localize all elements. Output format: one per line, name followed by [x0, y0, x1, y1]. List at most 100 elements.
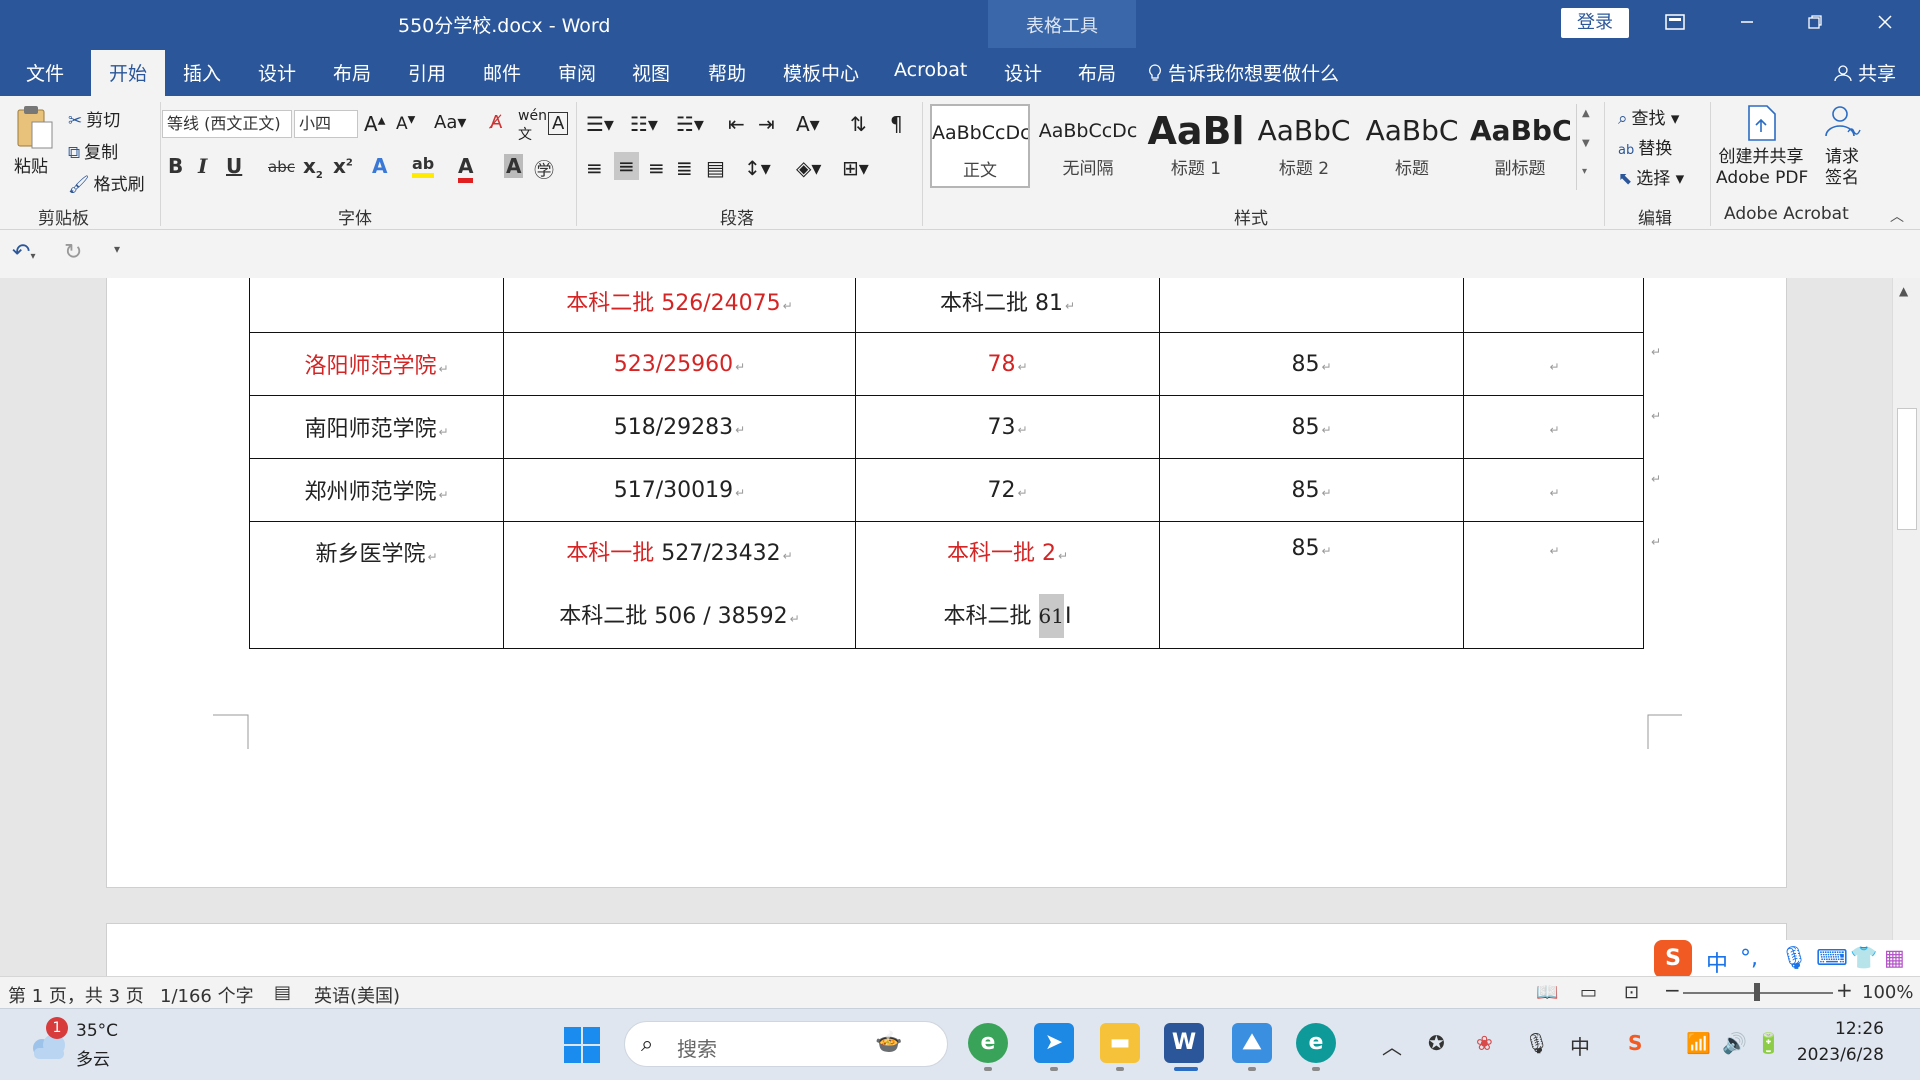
collapse-ribbon-icon[interactable]: ︿	[1890, 206, 1904, 226]
feishu-icon[interactable]: ➤	[1034, 1023, 1074, 1063]
clock-date[interactable]: 2023/6/28	[1797, 1045, 1884, 1065]
scroll-thumb[interactable]	[1897, 408, 1917, 530]
paste-button[interactable]	[12, 102, 56, 157]
table-cell[interactable]	[1463, 278, 1644, 333]
language-status[interactable]: 英语(美国)	[314, 982, 400, 1008]
print-layout-icon[interactable]: ▭	[1580, 982, 1597, 1003]
replace-button[interactable]: ab 替换	[1618, 134, 1672, 159]
word-count[interactable]: 1/166 个字	[160, 982, 254, 1008]
multilevel-list-icon[interactable]: ☵▾	[676, 112, 704, 136]
table-cell[interactable]: 洛阳师范学院 ↵	[249, 332, 504, 396]
show-marks-icon[interactable]: ¶	[890, 112, 903, 136]
align-left-icon[interactable]: ≡	[586, 156, 603, 180]
justify-icon[interactable]: ≣	[676, 156, 693, 180]
tab-design[interactable]: 设计	[258, 59, 296, 86]
word-app-icon[interactable]: W	[1164, 1023, 1204, 1063]
highlight-icon[interactable]: ab	[412, 154, 435, 178]
asian-layout-icon[interactable]: A▾	[796, 112, 820, 136]
zoom-level[interactable]: 100%	[1862, 982, 1913, 1003]
security-icon[interactable]: ✪	[1428, 1031, 1445, 1055]
zoom-out-icon[interactable]: −	[1664, 978, 1681, 1002]
restore-icon[interactable]	[1800, 10, 1830, 36]
superscript-icon[interactable]: x2	[333, 154, 353, 178]
table-cell[interactable]: 517/30019 ↵	[503, 458, 856, 522]
table-cell[interactable]: 本科二批 526/24075 ↵	[503, 278, 856, 333]
skin-icon[interactable]: 👕	[1850, 946, 1877, 971]
share-button[interactable]: 共享	[1834, 59, 1896, 86]
tab-help[interactable]: 帮助	[708, 59, 746, 86]
subscript-icon[interactable]: x2	[303, 154, 323, 181]
table-cell[interactable]: ↵	[1463, 458, 1644, 522]
login-button[interactable]: 登录	[1561, 8, 1629, 38]
clear-format-icon[interactable]: A̸	[490, 112, 502, 133]
microphone-icon[interactable]: 🎙	[1780, 946, 1808, 971]
table-cell[interactable]: ↵	[1463, 521, 1644, 649]
ime-mode[interactable]: 中	[1706, 946, 1728, 978]
tab-review[interactable]: 审阅	[558, 59, 596, 86]
web-layout-icon[interactable]: ⊡	[1624, 982, 1639, 1003]
page-count[interactable]: 第 1 页，共 3 页	[8, 982, 144, 1008]
style-heading-1[interactable]: AaBl 标题 1	[1146, 104, 1246, 188]
styles-gallery-scroll[interactable]: ▲ ▼ ▾	[1576, 104, 1596, 190]
style-no-spacing[interactable]: AaBbCcDc 无间隔	[1038, 104, 1138, 188]
table-cell[interactable]: 73 ↵	[855, 395, 1160, 459]
align-right-icon[interactable]: ≡	[648, 156, 665, 180]
table-cell[interactable]: 郑州师范学院 ↵	[249, 458, 504, 522]
table-cell[interactable]: 85 ↵	[1159, 521, 1464, 649]
table-cell[interactable]: 72 ↵	[855, 458, 1160, 522]
table-cell[interactable]	[1159, 278, 1464, 333]
tab-insert[interactable]: 插入	[183, 59, 221, 86]
borders-icon[interactable]: ⊞▾	[842, 156, 869, 180]
font-size-select[interactable]: 小四	[294, 110, 358, 138]
bullets-icon[interactable]: ☰▾	[586, 112, 614, 136]
tray-language[interactable]: 中	[1570, 1031, 1590, 1060]
zoom-slider-thumb[interactable]	[1754, 983, 1760, 1001]
weather-temp[interactable]: 35°C	[76, 1021, 118, 1041]
increase-indent-icon[interactable]: ⇥	[758, 112, 775, 136]
volume-icon[interactable]: 🔊	[1722, 1031, 1747, 1055]
keyboard-icon[interactable]: ⌨	[1816, 946, 1848, 971]
battery-icon[interactable]: 🔋	[1756, 1031, 1781, 1055]
copy-button[interactable]: ⧉ 复制	[68, 138, 118, 163]
zoom-in-icon[interactable]: +	[1836, 978, 1853, 1002]
style-heading-2[interactable]: AaBbC 标题 2	[1254, 104, 1354, 188]
more-styles-icon[interactable]: ▾	[1582, 166, 1587, 177]
table-cell[interactable]: 78 ↵	[855, 332, 1160, 396]
table-cell[interactable]: 本科一批 527/23432 ↵ 本科二批 506 / 38592 ↵	[503, 521, 856, 649]
tab-file[interactable]: 文件	[26, 59, 64, 86]
table-cell[interactable]: ↵	[1463, 332, 1644, 396]
style-subtitle[interactable]: AaBbC 副标题	[1470, 104, 1570, 188]
proofing-icon[interactable]: ▤	[274, 982, 291, 1003]
tab-acrobat[interactable]: Acrobat	[894, 59, 967, 81]
chevron-up-icon[interactable]: ▲	[1582, 108, 1590, 119]
table-cell[interactable]: 本科一批 2 ↵ 本科二批 61Ⅰ	[855, 521, 1160, 649]
file-explorer-icon[interactable]: ▬	[1100, 1023, 1140, 1063]
minimize-icon[interactable]	[1732, 10, 1762, 36]
select-button[interactable]: ⬉ 选择 ▾	[1618, 164, 1684, 189]
shrink-font-icon[interactable]: A▼	[396, 114, 415, 134]
grow-font-icon[interactable]: A▲	[364, 112, 385, 136]
punctuation-icon[interactable]: °,	[1740, 946, 1758, 971]
ribbon-display-icon[interactable]	[1660, 10, 1690, 36]
read-mode-icon[interactable]: 📖	[1536, 982, 1558, 1003]
undo-icon[interactable]: ↶▾	[12, 240, 35, 265]
toolbox-icon[interactable]: ▦	[1884, 946, 1905, 971]
style-title[interactable]: AaBbC 标题	[1362, 104, 1462, 188]
char-border-icon[interactable]: A	[548, 112, 569, 135]
tab-table-layout[interactable]: 布局	[1078, 59, 1116, 86]
photos-icon[interactable]: ⛰	[1232, 1023, 1272, 1063]
table-cell[interactable]: 南阳师范学院 ↵	[249, 395, 504, 459]
shading-bucket-icon[interactable]: ◈▾	[796, 156, 821, 180]
numbering-icon[interactable]: ☷▾	[630, 112, 658, 136]
enclose-char-icon[interactable]: ㊫	[534, 154, 554, 183]
table-cell[interactable]: 85 ↵	[1159, 458, 1464, 522]
table-cell[interactable]: 85 ↵	[1159, 332, 1464, 396]
table-cell[interactable]: 85 ↵	[1159, 395, 1464, 459]
style-normal[interactable]: AaBbCcDc 正文	[930, 104, 1030, 188]
phonetic-guide-icon[interactable]: wén 文	[518, 108, 547, 144]
redo-icon[interactable]: ↻	[64, 240, 82, 265]
tab-table-design[interactable]: 设计	[1004, 59, 1042, 86]
table-cell[interactable]	[249, 278, 504, 333]
line-spacing-icon[interactable]: ↕▾	[744, 156, 771, 180]
decrease-indent-icon[interactable]: ⇤	[728, 112, 745, 136]
